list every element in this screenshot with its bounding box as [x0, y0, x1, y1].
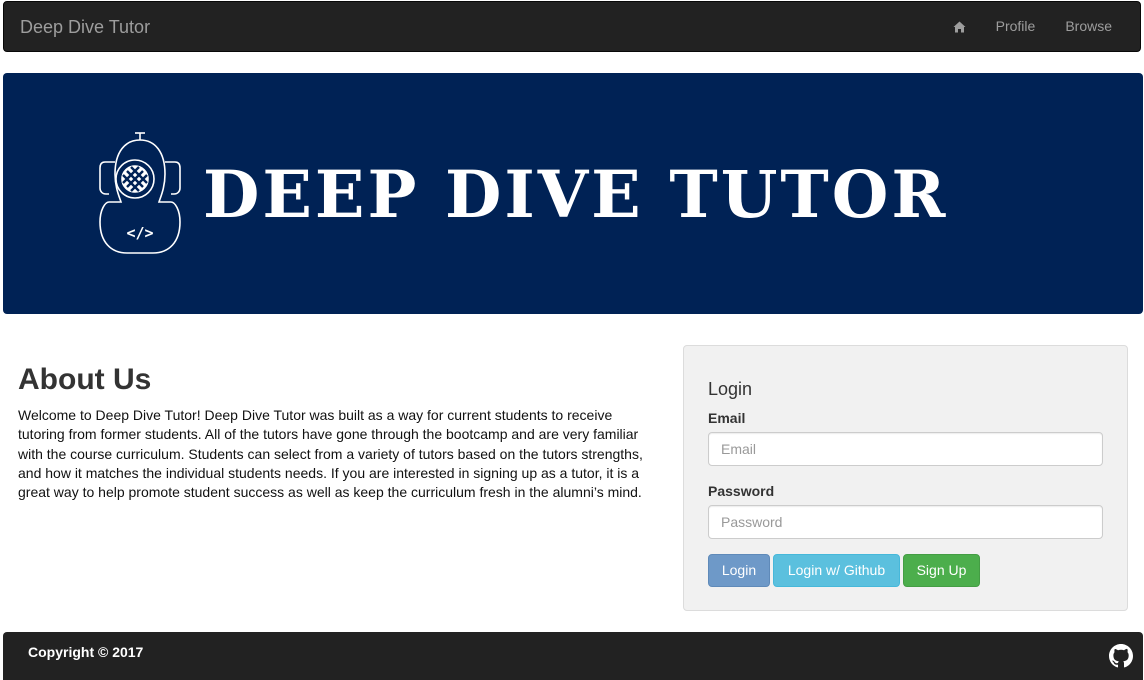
- login-title: Login: [708, 379, 753, 399]
- login-button[interactable]: Login: [708, 554, 770, 587]
- nav-item-browse[interactable]: Browse: [1050, 2, 1140, 51]
- email-field[interactable]: [708, 432, 1103, 466]
- sign-up-button[interactable]: Sign Up: [903, 554, 980, 587]
- navbar-brand[interactable]: Deep Dive Tutor: [20, 17, 150, 37]
- login-panel: Login Email Password Login Login w/ Gith…: [683, 345, 1128, 611]
- banner-title: DEEP DIVE TUTOR: [203, 157, 949, 233]
- nav-item-profile[interactable]: Profile: [981, 2, 1051, 51]
- navbar-links: Profile Browse: [938, 2, 1140, 51]
- top-navbar: Deep Dive Tutor Profile Browse: [3, 1, 1141, 52]
- about-paragraph: Welcome to Deep Dive Tutor! Deep Dive Tu…: [18, 407, 643, 501]
- home-icon: [953, 21, 966, 32]
- code-glyph-text: </>: [126, 224, 153, 242]
- about-heading: About Us: [18, 363, 152, 396]
- footer: Copyright © 2017: [3, 632, 1143, 680]
- nav-item-home[interactable]: [938, 2, 981, 51]
- email-label: Email: [708, 410, 746, 426]
- copyright-text: Copyright © 2017: [28, 644, 144, 660]
- hero-banner: </> DEEP DIVE TUTOR: [3, 73, 1143, 314]
- password-label: Password: [708, 483, 775, 499]
- password-field[interactable]: [708, 505, 1103, 539]
- login-github-button[interactable]: Login w/ Github: [773, 554, 900, 587]
- diving-helmet-icon: </>: [99, 132, 181, 254]
- github-icon[interactable]: [1109, 644, 1133, 668]
